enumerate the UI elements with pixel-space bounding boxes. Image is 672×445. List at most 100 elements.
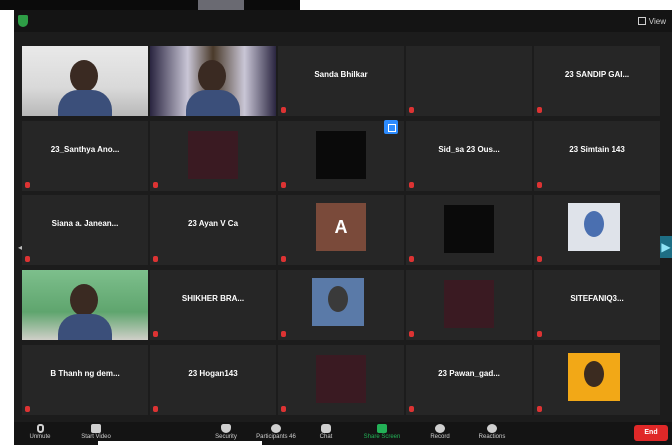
muted-mic-icon xyxy=(537,182,542,188)
participant-tile[interactable] xyxy=(534,195,660,265)
next-page-arrow-icon[interactable]: ▶ xyxy=(660,236,672,258)
participants-count: 46 xyxy=(289,434,296,440)
participant-tile[interactable]: SHIKHER BRA... xyxy=(150,270,276,340)
taskbar-strip xyxy=(0,0,300,10)
muted-mic-icon xyxy=(153,331,158,337)
participant-label xyxy=(25,406,30,412)
muted-mic-icon xyxy=(409,182,414,188)
participant-tile[interactable]: 23 SANDIP GAI... xyxy=(534,46,660,116)
muted-mic-icon xyxy=(537,406,542,412)
participant-tile[interactable] xyxy=(406,195,532,265)
view-label: View xyxy=(648,16,666,26)
participant-name: B Thanh ng dem... xyxy=(50,369,120,378)
participant-tile[interactable] xyxy=(278,345,404,415)
microphone-icon xyxy=(36,424,44,433)
participant-label xyxy=(409,256,414,262)
record-icon xyxy=(435,424,445,433)
participant-label xyxy=(409,406,414,412)
participant-video xyxy=(22,46,148,116)
participant-label xyxy=(537,182,542,188)
participant-profile-photo xyxy=(568,353,620,401)
people-icon xyxy=(271,424,281,433)
muted-mic-icon xyxy=(537,331,542,337)
participant-label xyxy=(409,182,414,188)
participant-tile[interactable]: Sanda Bhilkar xyxy=(278,46,404,116)
participant-name: 23 Pawan_gad... xyxy=(438,369,500,378)
title-bar: View xyxy=(14,10,672,32)
participant-name: SITEFANIQ3... xyxy=(570,294,624,303)
shield-icon xyxy=(221,424,231,433)
participant-tile[interactable]: A xyxy=(278,195,404,265)
person-silhouette xyxy=(70,60,98,92)
muted-mic-icon xyxy=(281,182,286,188)
participant-tile[interactable]: B Thanh ng dem... xyxy=(22,345,148,415)
participant-profile-image xyxy=(188,131,238,179)
participant-tile[interactable]: 23 Ayan V Ca xyxy=(150,195,276,265)
participant-name: Siana a. Janean... xyxy=(51,219,119,228)
muted-mic-icon xyxy=(25,256,30,262)
participant-tile[interactable]: 23 Pawan_gad... xyxy=(406,345,532,415)
muted-mic-icon xyxy=(281,256,286,262)
muted-mic-icon xyxy=(409,107,414,113)
record-button[interactable]: Record xyxy=(414,424,466,444)
bottom-bar-highlight xyxy=(98,441,262,445)
participant-label xyxy=(153,406,158,412)
expand-icon[interactable] xyxy=(384,120,398,134)
muted-mic-icon xyxy=(153,182,158,188)
participant-tile[interactable] xyxy=(150,46,276,116)
participant-tile[interactable] xyxy=(406,46,532,116)
participant-profile-photo xyxy=(312,278,364,326)
person-silhouette xyxy=(70,284,98,316)
muted-mic-icon xyxy=(409,256,414,262)
gallery-view: ◀ ▶ Sanda Bhilkar23 SANDIP GAI...23_Sant… xyxy=(14,32,672,422)
participant-label xyxy=(281,107,286,113)
participant-tile[interactable] xyxy=(534,345,660,415)
muted-mic-icon xyxy=(281,406,286,412)
participant-video xyxy=(22,270,148,340)
participant-label xyxy=(409,331,414,337)
participant-label xyxy=(153,256,158,262)
participant-label xyxy=(537,331,542,337)
muted-mic-icon xyxy=(281,331,286,337)
participant-label xyxy=(409,107,414,113)
muted-mic-icon xyxy=(537,256,542,262)
share-screen-button[interactable]: Share Screen xyxy=(356,424,408,444)
participant-label xyxy=(537,406,542,412)
participant-tile[interactable]: Siana a. Janean... xyxy=(22,195,148,265)
participant-tile[interactable]: Sid_sa 23 Ous... xyxy=(406,121,532,191)
person-body xyxy=(186,90,240,116)
muted-mic-icon xyxy=(153,406,158,412)
participant-label xyxy=(153,331,158,337)
participant-tile[interactable] xyxy=(406,270,532,340)
participant-tile[interactable] xyxy=(150,121,276,191)
participant-tile[interactable]: SITEFANIQ3... xyxy=(534,270,660,340)
muted-mic-icon xyxy=(537,107,542,113)
reactions-button[interactable]: Reactions xyxy=(466,424,518,444)
participant-tile[interactable] xyxy=(22,46,148,116)
muted-mic-icon xyxy=(409,331,414,337)
participant-name: 23_Santhya Ano... xyxy=(50,145,120,154)
participant-tile[interactable] xyxy=(278,270,404,340)
participant-label xyxy=(537,107,542,113)
chat-button[interactable]: Chat xyxy=(300,424,352,444)
chat-bubble-icon xyxy=(321,424,331,433)
participant-avatar: A xyxy=(316,203,366,251)
participant-tile[interactable]: 23_Santhya Ano... xyxy=(22,121,148,191)
taskbar-thumbnail[interactable] xyxy=(198,0,244,10)
participant-profile-image xyxy=(444,205,494,253)
shield-icon[interactable] xyxy=(18,15,28,27)
unmute-button[interactable]: Unmute xyxy=(14,424,66,444)
view-button[interactable]: View xyxy=(637,14,666,28)
participant-tile[interactable]: 23 Simtain 143 xyxy=(534,121,660,191)
muted-mic-icon xyxy=(281,107,286,113)
person-body xyxy=(58,90,112,116)
muted-mic-icon xyxy=(25,182,30,188)
participant-tile[interactable]: 23 Hogan143 xyxy=(150,345,276,415)
end-meeting-button[interactable]: End xyxy=(634,425,668,441)
participant-name: SHIKHER BRA... xyxy=(181,294,245,303)
participant-tile[interactable] xyxy=(22,270,148,340)
smiley-icon xyxy=(487,424,497,433)
participant-label xyxy=(281,182,286,188)
person-silhouette xyxy=(198,60,226,92)
participant-profile-image xyxy=(316,131,366,179)
